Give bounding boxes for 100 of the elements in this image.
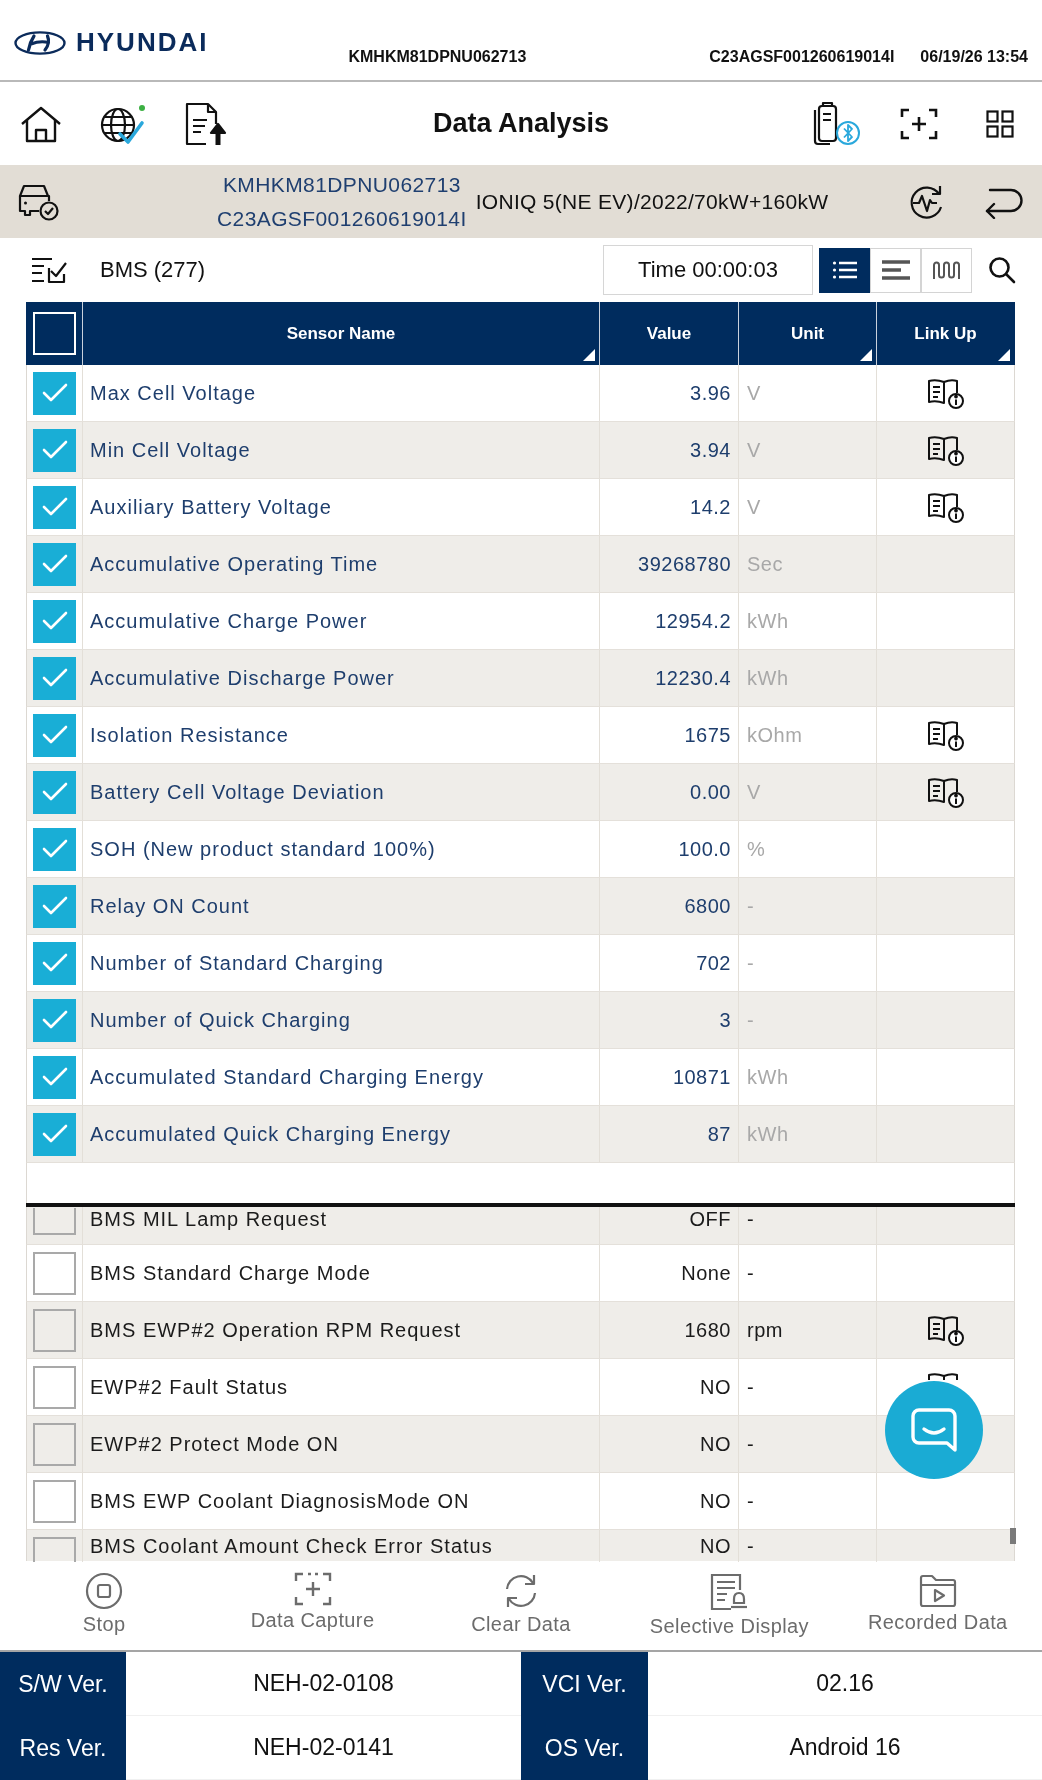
row-checkbox[interactable] <box>33 884 76 928</box>
sensor-value: 12230.4 <box>655 667 731 689</box>
globe-check-icon[interactable] <box>98 102 148 145</box>
row-checkbox[interactable] <box>33 428 76 472</box>
document-upload-icon[interactable] <box>184 101 228 146</box>
sensor-name: EWP#2 Protect Mode ON <box>90 1433 339 1455</box>
bars-icon <box>880 259 911 281</box>
search-icon[interactable] <box>988 256 1016 284</box>
row-checkbox[interactable] <box>33 713 76 757</box>
sensor-name: Accumulated Standard Charging Energy <box>90 1066 484 1088</box>
sensor-name: BMS EWP#2 Operation RPM Request <box>90 1319 462 1341</box>
selective-display-button[interactable]: Selective Display <box>649 1572 809 1638</box>
column-heading[interactable]: Sensor Name <box>286 323 396 344</box>
sensor-value: NO <box>700 1490 731 1512</box>
data-capture-button[interactable]: Data Capture <box>250 1572 375 1632</box>
sensor-unit: - <box>747 1376 755 1398</box>
home-icon[interactable] <box>20 104 62 143</box>
sensor-unit: - <box>747 1262 755 1284</box>
row-checkbox[interactable] <box>33 1055 76 1099</box>
sensor-value: 3 <box>719 1009 731 1031</box>
row-checkbox[interactable] <box>33 1112 76 1156</box>
book-info-icon[interactable] <box>926 377 965 409</box>
vci-id-text: C23AGSF001260619014I <box>217 205 467 232</box>
vin-text: KMHKM81DPNU062713 <box>348 47 527 67</box>
triangle-icon[interactable] <box>998 349 1010 361</box>
sensor-unit: - <box>747 1490 755 1512</box>
sensor-name: Number of Quick Charging <box>90 1009 351 1031</box>
wave-icon <box>931 260 962 280</box>
sensor-unit: - <box>747 895 755 917</box>
car-check-icon[interactable] <box>18 182 60 221</box>
column-heading[interactable]: Unit <box>790 323 824 344</box>
checklist-icon[interactable] <box>30 256 68 284</box>
document-list-icon <box>709 1572 750 1612</box>
stop-button[interactable]: Stop <box>82 1572 126 1636</box>
sensor-unit: V <box>747 439 761 461</box>
capture-frame-icon[interactable] <box>900 107 938 140</box>
sensor-name: BMS MIL Lamp Request <box>90 1208 328 1230</box>
sensor-name: EWP#2 Fault Status <box>90 1376 289 1398</box>
select-all-checkbox[interactable] <box>33 312 76 355</box>
view-toggle[interactable] <box>819 247 870 293</box>
sensor-unit: Sec <box>747 553 783 575</box>
grid-icon[interactable] <box>986 109 1014 138</box>
sensor-name: Accumulative Charge Power <box>90 610 368 632</box>
list-icon <box>831 260 858 280</box>
sensor-value: 6800 <box>684 895 731 917</box>
device-bluetooth-icon[interactable] <box>812 100 860 147</box>
sensor-unit: - <box>747 1433 755 1455</box>
column-heading[interactable]: Link Up <box>914 323 977 344</box>
book-info-icon[interactable] <box>926 719 965 751</box>
row-checkbox[interactable] <box>33 998 76 1042</box>
row-checkbox[interactable] <box>33 485 76 529</box>
row-checkbox[interactable] <box>33 770 76 814</box>
triangle-icon[interactable] <box>583 349 595 361</box>
version-label: S/W Ver. <box>0 1652 126 1716</box>
checkmark-icon <box>41 554 68 574</box>
sensor-value: 3.94 <box>690 439 731 461</box>
sensor-unit: V <box>747 382 761 404</box>
row-checkbox[interactable] <box>33 1479 76 1523</box>
checkmark-icon <box>41 725 68 745</box>
sensor-name: Accumulative Discharge Power <box>90 667 395 689</box>
checkmark-icon <box>41 497 68 517</box>
row-checkbox[interactable] <box>33 599 76 643</box>
row-checkbox[interactable] <box>33 1422 76 1466</box>
sensor-name: Accumulated Quick Charging Energy <box>90 1123 451 1145</box>
row-checkbox[interactable] <box>33 542 76 586</box>
recorded-data-button[interactable]: Recorded Data <box>867 1572 1008 1634</box>
sensor-value: NO <box>700 1376 731 1398</box>
sensor-unit: V <box>747 496 761 518</box>
sensor-unit: - <box>747 1009 755 1031</box>
sensor-value: None <box>681 1262 731 1284</box>
row-checkbox[interactable] <box>33 1308 76 1352</box>
book-info-icon[interactable] <box>926 776 965 808</box>
sensor-name: Accumulative Operating Time <box>90 553 379 575</box>
checkmark-icon <box>41 782 68 802</box>
book-info-icon[interactable] <box>926 434 965 466</box>
sensor-value: 100.0 <box>678 838 731 860</box>
version-label: VCI Ver. <box>521 1652 648 1716</box>
row-checkbox[interactable] <box>33 1208 76 1235</box>
triangle-icon[interactable] <box>860 349 872 361</box>
sensor-name: BMS EWP Coolant DiagnosisMode ON <box>90 1490 470 1512</box>
row-checkbox[interactable] <box>33 941 76 985</box>
sensor-value: 39268780 <box>638 553 731 575</box>
capture-frame-icon <box>293 1572 332 1606</box>
clear-data-button[interactable]: Clear Data <box>471 1572 571 1636</box>
checkmark-icon <box>41 668 68 688</box>
column-heading[interactable]: Value <box>646 323 692 344</box>
elapsed-time: Time 00:00:03 <box>603 245 813 295</box>
book-info-icon[interactable] <box>926 1314 965 1346</box>
row-checkbox[interactable] <box>33 656 76 700</box>
sensor-value: OFF <box>689 1208 731 1230</box>
checkmark-icon <box>41 953 68 973</box>
book-info-icon[interactable] <box>926 491 965 523</box>
row-checkbox[interactable] <box>33 1365 76 1409</box>
checkmark-icon <box>41 611 68 631</box>
row-checkbox[interactable] <box>33 827 76 871</box>
row-checkbox[interactable] <box>33 1251 76 1295</box>
checkmark-icon <box>41 1067 68 1087</box>
sensor-name: BMS Standard Charge Mode <box>90 1262 371 1284</box>
sensor-value: NO <box>700 1535 731 1557</box>
row-checkbox[interactable] <box>33 371 76 415</box>
